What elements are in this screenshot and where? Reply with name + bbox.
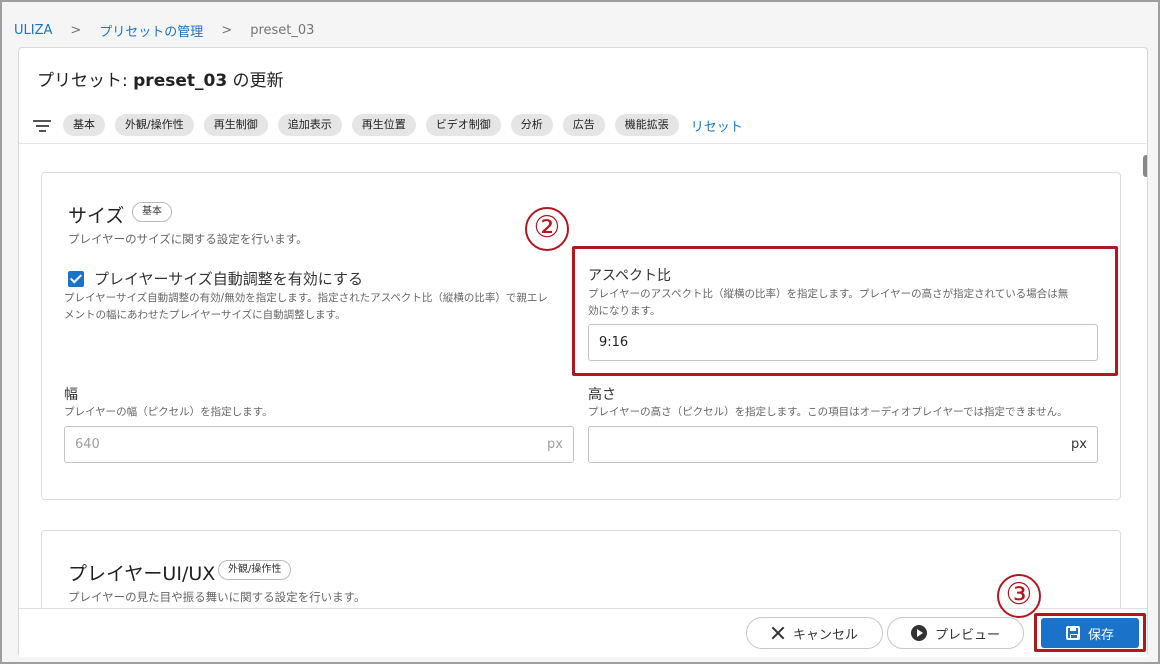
aspect-ratio-highlight [572,246,1118,376]
page-title-preset-name: preset_03 [133,71,228,91]
close-icon [771,626,785,640]
height-unit: px [1071,437,1087,452]
scrollbar-thumb[interactable] [1143,155,1147,177]
page-title-prefix: プリセット: [37,71,134,91]
cancel-button[interactable]: キャンセル [746,617,883,649]
width-value: 640 [75,437,100,452]
auto-resize-description-line1: プレイヤーサイズ自動調整の有効/無効を指定します。指定されたアスペクト比（縦横の… [64,292,548,304]
preview-button[interactable]: プレビュー [887,617,1024,649]
filter-list-icon[interactable] [33,118,51,132]
filter-row: 基本 外観/操作性 再生制御 追加表示 再生位置 ビデオ制御 分析 広告 機能拡… [33,114,743,136]
size-section-badge: 基本 [132,202,172,222]
uiux-section: プレイヤーUI/UX 外観/操作性 プレイヤーの見た目や振る舞いに関する設定を行… [41,530,1121,608]
step3-annotation: ③ [997,574,1041,618]
step2-annotation: ② [525,207,569,251]
filter-chip-ads[interactable]: 広告 [562,114,605,136]
width-unit: px [547,437,563,452]
size-section-title: サイズ [68,205,125,227]
width-description: プレイヤーの幅（ピクセル）を指定します。 [64,406,273,418]
auto-resize-checkbox[interactable] [68,271,84,287]
height-input[interactable]: px [588,426,1098,463]
filter-chip-additional-display[interactable]: 追加表示 [277,114,342,136]
filter-chip-basic[interactable]: 基本 [63,114,105,136]
width-label: 幅 [64,387,78,403]
play-circle-icon [910,625,927,641]
page-title: プリセット: preset_03 の更新 [37,66,284,91]
uiux-section-description: プレイヤーの見た目や振る舞いに関する設定を行います。 [68,590,366,604]
uiux-section-title: プレイヤーUI/UX [68,563,216,585]
filter-chip-playback-position[interactable]: 再生位置 [351,114,416,136]
preview-button-label: プレビュー [934,627,1000,643]
breadcrumb-root-link[interactable]: ULIZA [14,23,52,38]
card-header: プリセット: preset_03 の更新 基本 外観/操作性 再生制御 追加表示… [19,48,1147,144]
filter-reset-link[interactable]: リセット [691,116,743,135]
width-input: 640 px [64,426,574,463]
auto-resize-label[interactable]: プレイヤーサイズ自動調整を有効にする [94,268,363,289]
breadcrumb-separator-icon: > [70,22,82,38]
cancel-button-label: キャンセル [792,627,858,643]
footer-action-bar: キャンセル プレビュー 保存 [19,608,1147,657]
breadcrumb-separator-icon: > [221,22,233,38]
size-section-description: プレイヤーのサイズに関する設定を行います。 [68,232,308,246]
filter-chip-appearance[interactable]: 外観/操作性 [115,114,194,136]
filter-chip-playback-control[interactable]: 再生制御 [203,114,268,136]
breadcrumb: ULIZA > プリセットの管理 > preset_03 [14,20,314,40]
breadcrumb-current: preset_03 [250,22,315,38]
save-button-highlight [1034,613,1146,652]
height-description: プレイヤーの高さ（ピクセル）を指定します。この項目はオーディオプレイヤーでは指定… [588,406,1068,418]
uiux-section-badge: 外観/操作性 [218,560,292,580]
breadcrumb-parent-link[interactable]: プリセットの管理 [99,21,203,40]
height-label: 高さ [588,387,616,403]
filter-chip-extensions[interactable]: 機能拡張 [614,114,679,136]
settings-scroll-area[interactable]: サイズ 基本 プレイヤーのサイズに関する設定を行います。 プレイヤーサイズ自動調… [19,145,1147,608]
page-title-suffix: の更新 [227,71,284,91]
filter-chip-video-control[interactable]: ビデオ制御 [425,114,501,136]
filter-chip-analytics[interactable]: 分析 [510,114,553,136]
auto-resize-description-line2: メントの幅にあわせたプレイヤーサイズに自動調整します。 [64,309,346,321]
app-frame: ULIZA > プリセットの管理 > preset_03 プリセット: pres… [0,0,1160,664]
